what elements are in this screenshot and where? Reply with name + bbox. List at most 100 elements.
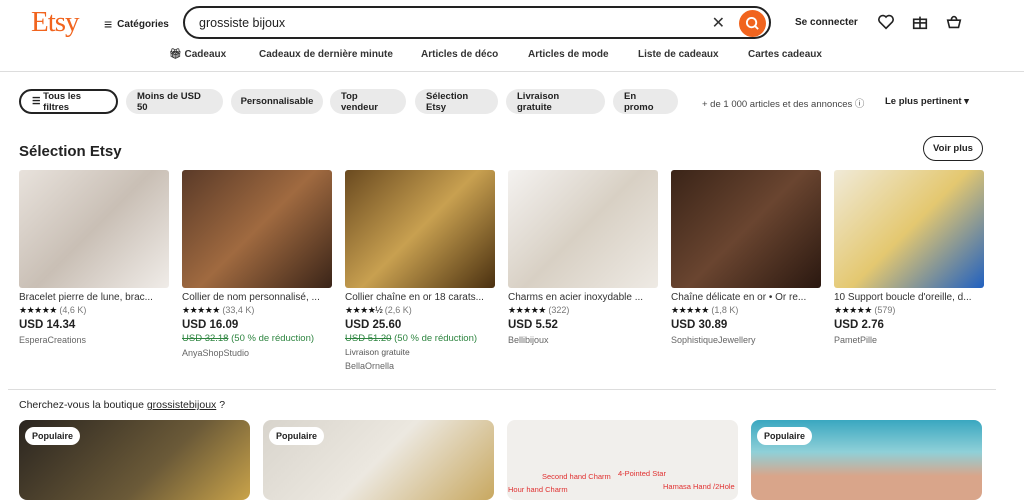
product-price: USD 30.89 (671, 319, 728, 331)
filter-chip[interactable]: Personnalisable (231, 89, 323, 114)
popular-badge: Populaire (269, 427, 325, 445)
free-shipping: Livraison gratuite (345, 347, 410, 357)
product-title[interactable]: Collier chaîne en or 18 carats... (345, 292, 495, 303)
product-rating: ★★★★½ (2,6 K) (345, 305, 495, 316)
product-card[interactable]: Bracelet pierre de lune, brac... ★★★★★ (… (19, 170, 169, 345)
image-label: Hour hand Charm (508, 485, 568, 494)
product-discount: USD 51.20 (50 % de réduction) (345, 333, 495, 344)
product-title[interactable]: Charms en acier inoxydable ... (508, 292, 658, 303)
shop-card[interactable]: Populaire (751, 420, 982, 500)
shop-card[interactable]: Populaire (19, 420, 250, 500)
shop-card[interactable]: Populaire (263, 420, 494, 500)
product-card[interactable]: Collier chaîne en or 18 carats... ★★★★½ … (345, 170, 495, 371)
product-price: USD 16.09 (182, 319, 239, 331)
original-price: USD 51.20 (345, 333, 392, 344)
star-icons: ★★★★★ (508, 305, 546, 315)
sort-dropdown[interactable]: Le plus pertinent ▾ (885, 96, 969, 107)
nav-deco[interactable]: Articles de déco (421, 49, 498, 60)
product-title[interactable]: Bracelet pierre de lune, brac... (19, 292, 169, 303)
product-image[interactable] (834, 170, 984, 288)
product-title[interactable]: Collier de nom personnalisé, ... (182, 292, 332, 303)
star-icons: ★★★★★ (19, 305, 57, 315)
product-card[interactable]: Chaîne délicate en or • Or re... ★★★★★ (… (671, 170, 821, 345)
product-rating: ★★★★★ (4,6 K) (19, 305, 169, 316)
categories-button[interactable]: ≡ Catégories (104, 16, 169, 32)
product-image[interactable] (508, 170, 658, 288)
product-image[interactable] (671, 170, 821, 288)
shop-name[interactable]: EsperaCreations (19, 335, 169, 345)
nav-label: Cadeaux (184, 49, 227, 60)
product-card[interactable]: Charms en acier inoxydable ... ★★★★★ (32… (508, 170, 658, 345)
shop-suggestion-prefix: Cherchez-vous la boutique (19, 399, 147, 411)
search-value: grossiste bijoux (199, 15, 286, 30)
discount-percent: (50 % de réduction) (394, 333, 478, 344)
image-label: Second hand Charm (542, 472, 611, 481)
divider (0, 71, 1024, 72)
filter-chip[interactable]: Top vendeur (330, 89, 406, 114)
etsy-logo[interactable]: Etsy (31, 6, 80, 39)
star-icons: ★★★★★ (834, 305, 872, 315)
product-price: USD 25.60 (345, 319, 402, 331)
nav-fashion[interactable]: Articles de mode (528, 49, 609, 60)
all-filters-button[interactable]: ☰ Tous les filtres (19, 89, 118, 114)
product-price: USD 2.76 (834, 319, 884, 331)
star-icons: ★★★★½ (345, 305, 383, 315)
section-title: Sélection Etsy (19, 143, 122, 160)
search-button[interactable] (739, 10, 766, 37)
product-price: USD 14.34 (19, 319, 76, 331)
shop-suggestion-suffix: ? (216, 399, 226, 411)
divider (8, 389, 996, 390)
menu-icon: ≡ (104, 16, 113, 32)
sign-in-link[interactable]: Se connecter (795, 17, 858, 28)
product-image[interactable] (19, 170, 169, 288)
sliders-icon: ☰ (32, 96, 44, 107)
star-icons: ★★★★★ (671, 305, 709, 315)
image-label: 4-Pointed Star (618, 469, 666, 478)
shop-name[interactable]: SophistiqueJewellery (671, 335, 821, 345)
heart-icon[interactable] (877, 13, 895, 31)
clear-icon[interactable]: ✕ (712, 13, 725, 33)
result-count: + de 1 000 articles et des annonces ⓘ (702, 99, 865, 110)
nav-gift-list[interactable]: Liste de cadeaux (638, 49, 719, 60)
product-rating: ★★★★★ (1,8 K) (671, 305, 821, 316)
shop-name[interactable]: Bellibijoux (508, 335, 658, 345)
filter-chip[interactable]: Sélection Etsy (415, 89, 498, 114)
gift-icon: 🎁︎ (169, 49, 182, 60)
review-count: (322) (548, 305, 570, 315)
all-filters-label: Tous les filtres (43, 90, 81, 113)
nav-gifts[interactable]: 🎁︎ Cadeaux (169, 49, 226, 60)
filter-chip[interactable]: Moins de USD 50 (126, 89, 223, 114)
shop-name[interactable]: BellaOrnella (345, 361, 495, 371)
shop-name[interactable]: AnyaShopStudio (182, 348, 332, 358)
review-count: (1,8 K) (711, 305, 739, 315)
gift-icon[interactable] (911, 13, 929, 31)
cart-icon[interactable] (945, 13, 963, 31)
product-image[interactable] (345, 170, 495, 288)
product-card[interactable]: Collier de nom personnalisé, ... ★★★★★ (… (182, 170, 332, 358)
product-card[interactable]: 10 Support boucle d'oreille, d... ★★★★★ … (834, 170, 984, 345)
shop-name[interactable]: PametPille (834, 335, 984, 345)
product-image[interactable] (182, 170, 332, 288)
nav-last-minute[interactable]: Cadeaux de dernière minute (259, 49, 393, 60)
search-icon (745, 16, 759, 30)
star-icons: ★★★★★ (182, 305, 220, 315)
shop-card[interactable]: Second hand Charm 4-Pointed Star Hour ha… (507, 420, 738, 500)
popular-badge: Populaire (25, 427, 81, 445)
see-more-button[interactable]: Voir plus (923, 136, 983, 161)
nav-gift-cards[interactable]: Cartes cadeaux (748, 49, 822, 60)
product-rating: ★★★★★ (579) (834, 305, 984, 316)
shop-suggestion: Cherchez-vous la boutique grossistebijou… (19, 399, 225, 411)
shop-link[interactable]: grossistebijoux (147, 399, 216, 411)
search-input[interactable]: grossiste bijoux ✕ (183, 6, 771, 39)
image-label: Hamasa Hand /2Hole (663, 482, 735, 491)
filter-chip[interactable]: En promo (613, 89, 678, 114)
filter-chip[interactable]: Livraison gratuite (506, 89, 605, 114)
review-count: (33,4 K) (222, 305, 255, 315)
product-discount: USD 32.18 (50 % de réduction) (182, 333, 332, 344)
product-title[interactable]: 10 Support boucle d'oreille, d... (834, 292, 984, 303)
original-price: USD 32.18 (182, 333, 229, 344)
review-count: (579) (874, 305, 896, 315)
product-title[interactable]: Chaîne délicate en or • Or re... (671, 292, 821, 303)
product-rating: ★★★★★ (322) (508, 305, 658, 316)
product-price: USD 5.52 (508, 319, 558, 331)
